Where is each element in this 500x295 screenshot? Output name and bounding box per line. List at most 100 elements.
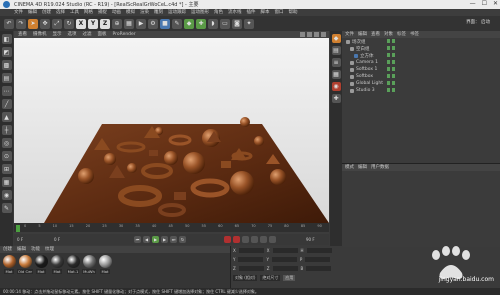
keyframe-selection-icon[interactable]: [242, 236, 249, 243]
om-menu-tags[interactable]: 标签: [397, 31, 406, 38]
position-key-icon[interactable]: [251, 236, 258, 243]
object-row[interactable]: Global Light: [342, 80, 500, 87]
content-browser-tab-icon[interactable]: ▤: [331, 46, 341, 55]
menu-item-simulate[interactable]: 模拟: [126, 9, 135, 16]
minimize-button[interactable]: —: [470, 0, 476, 7]
object-row[interactable]: 空白组: [342, 45, 500, 52]
subdivision-icon[interactable]: ◆: [184, 18, 194, 29]
select-tool-icon[interactable]: ➤: [28, 18, 38, 29]
om-menu-file[interactable]: 文件: [345, 31, 354, 38]
end-frame-field[interactable]: 90 F: [306, 237, 315, 242]
prev-frame-icon[interactable]: ◀: [143, 236, 150, 243]
viewport-menu-options[interactable]: 选项: [68, 31, 77, 38]
rotation-b-field[interactable]: [306, 266, 332, 271]
camera-icon[interactable]: ◙: [232, 18, 242, 29]
current-frame-field[interactable]: 0 F: [17, 237, 23, 242]
material-thumbnail[interactable]: Mat: [34, 255, 48, 274]
menu-item-mograph[interactable]: 运动图形: [191, 9, 209, 16]
menu-item-render[interactable]: 渲染: [140, 9, 149, 16]
record-icon[interactable]: [224, 236, 231, 243]
position-y-field[interactable]: [238, 257, 264, 262]
object-row[interactable]: 场次组: [342, 38, 500, 45]
deformer-icon[interactable]: ◗: [208, 18, 218, 29]
menu-item-edit[interactable]: 编辑: [28, 9, 37, 16]
menu-item-sculpt[interactable]: 雕刻: [154, 9, 163, 16]
workplane-lock-icon[interactable]: ⊞: [1, 164, 12, 174]
cube-icon[interactable]: ■: [160, 18, 170, 29]
coordinate-system-icon[interactable]: ⊕: [112, 18, 122, 29]
undo-icon[interactable]: ↶: [4, 18, 14, 29]
material-thumbnail[interactable]: Mat: [50, 255, 64, 274]
position-z-field[interactable]: [238, 266, 264, 271]
menu-item-tools[interactable]: 工具: [70, 9, 79, 16]
material-thumbnail[interactable]: Mat: [98, 255, 112, 274]
play-icon[interactable]: ▶: [152, 236, 159, 243]
snap-icon[interactable]: ⊙: [1, 151, 12, 161]
material-thumbnail[interactable]: Mat: [2, 255, 16, 274]
structure-tab-icon[interactable]: ≡: [331, 58, 341, 67]
scale-tool-icon[interactable]: ⤢: [52, 18, 62, 29]
menu-item-file[interactable]: 文件: [14, 9, 23, 16]
start-frame-field[interactable]: 0 F: [54, 237, 60, 242]
floor-icon[interactable]: ▭: [220, 18, 230, 29]
array-icon[interactable]: ✚: [196, 18, 206, 29]
x-axis-button[interactable]: X: [76, 18, 86, 29]
workplane-icon[interactable]: ▤: [1, 73, 12, 83]
viewport-menu-camera[interactable]: 摄像机: [33, 31, 47, 38]
om-menu-bookmarks[interactable]: 书签: [410, 31, 419, 38]
menu-item-window[interactable]: 窗口: [275, 9, 284, 16]
first-frame-icon[interactable]: ⏮: [134, 236, 141, 243]
am-menu-edit[interactable]: 编辑: [358, 164, 367, 171]
position-x-field[interactable]: [238, 248, 264, 253]
rotation-h-field[interactable]: [306, 248, 332, 253]
viewport-menu-view[interactable]: 查看: [18, 31, 27, 38]
viewport-menu-prorender[interactable]: ProRender: [113, 31, 136, 38]
material-thumbnail[interactable]: Mat.1: [66, 255, 80, 274]
menu-item-character[interactable]: 角色: [214, 9, 223, 16]
viewport-rotate-icon[interactable]: [314, 32, 319, 37]
loop-icon[interactable]: ↻: [179, 236, 186, 243]
viewport-menu-display[interactable]: 显示: [53, 31, 62, 38]
render-settings-icon[interactable]: ⚙: [148, 18, 158, 29]
next-frame-icon[interactable]: ▶: [161, 236, 168, 243]
menu-item-plugins[interactable]: 插件: [247, 9, 256, 16]
object-row[interactable]: 立方体: [342, 52, 500, 59]
z-axis-button[interactable]: Z: [100, 18, 110, 29]
pen-icon[interactable]: ✎: [172, 18, 182, 29]
menu-item-motion-tracker[interactable]: 运动跟踪: [168, 9, 186, 16]
redo-icon[interactable]: ↷: [16, 18, 26, 29]
apply-button[interactable]: 应用: [283, 274, 296, 281]
am-menu-mode[interactable]: 模式: [345, 164, 354, 171]
model-mode-icon[interactable]: ◩: [1, 47, 12, 57]
object-row[interactable]: Studio 3: [342, 87, 500, 94]
om-menu-view[interactable]: 查看: [371, 31, 380, 38]
objects-tab-icon[interactable]: ◆: [331, 34, 341, 43]
texture-mode-icon[interactable]: ▩: [1, 60, 12, 70]
mm-menu-edit[interactable]: 编辑: [17, 246, 26, 253]
y-axis-button[interactable]: Y: [88, 18, 98, 29]
mm-menu-create[interactable]: 创建: [3, 246, 12, 253]
viewport-move-icon[interactable]: [300, 32, 305, 37]
menu-item-mesh[interactable]: 网格: [84, 9, 93, 16]
mm-menu-texture[interactable]: 纹理: [45, 246, 54, 253]
am-menu-userdata[interactable]: 用户数据: [371, 164, 389, 171]
mm-menu-function[interactable]: 功能: [31, 246, 40, 253]
size-z-field[interactable]: [272, 266, 298, 271]
render-region-icon[interactable]: ▦: [124, 18, 134, 29]
material-thumbnail[interactable]: Old Cer: [16, 255, 34, 274]
paint-icon[interactable]: ✎: [1, 203, 12, 213]
3d-viewport[interactable]: [14, 38, 329, 223]
maximize-button[interactable]: ☐: [482, 0, 487, 7]
menu-item-animate[interactable]: 动画: [112, 9, 121, 16]
menu-item-help[interactable]: 帮助: [289, 9, 298, 16]
viewport-menu-filter[interactable]: 过滤: [83, 31, 92, 38]
menu-item-script[interactable]: 脚本: [261, 9, 270, 16]
om-menu-objects[interactable]: 对象: [384, 31, 393, 38]
om-menu-edit[interactable]: 编辑: [358, 31, 367, 38]
size-y-field[interactable]: [271, 257, 297, 262]
menu-item-create[interactable]: 创建: [42, 9, 51, 16]
polygons-mode-icon[interactable]: ▲: [1, 112, 12, 122]
menu-item-snap[interactable]: 捕捉: [98, 9, 107, 16]
tweak-mode-icon[interactable]: ◎: [1, 138, 12, 148]
coordinate-mode-select[interactable]: 对象 (相对): [233, 274, 258, 281]
